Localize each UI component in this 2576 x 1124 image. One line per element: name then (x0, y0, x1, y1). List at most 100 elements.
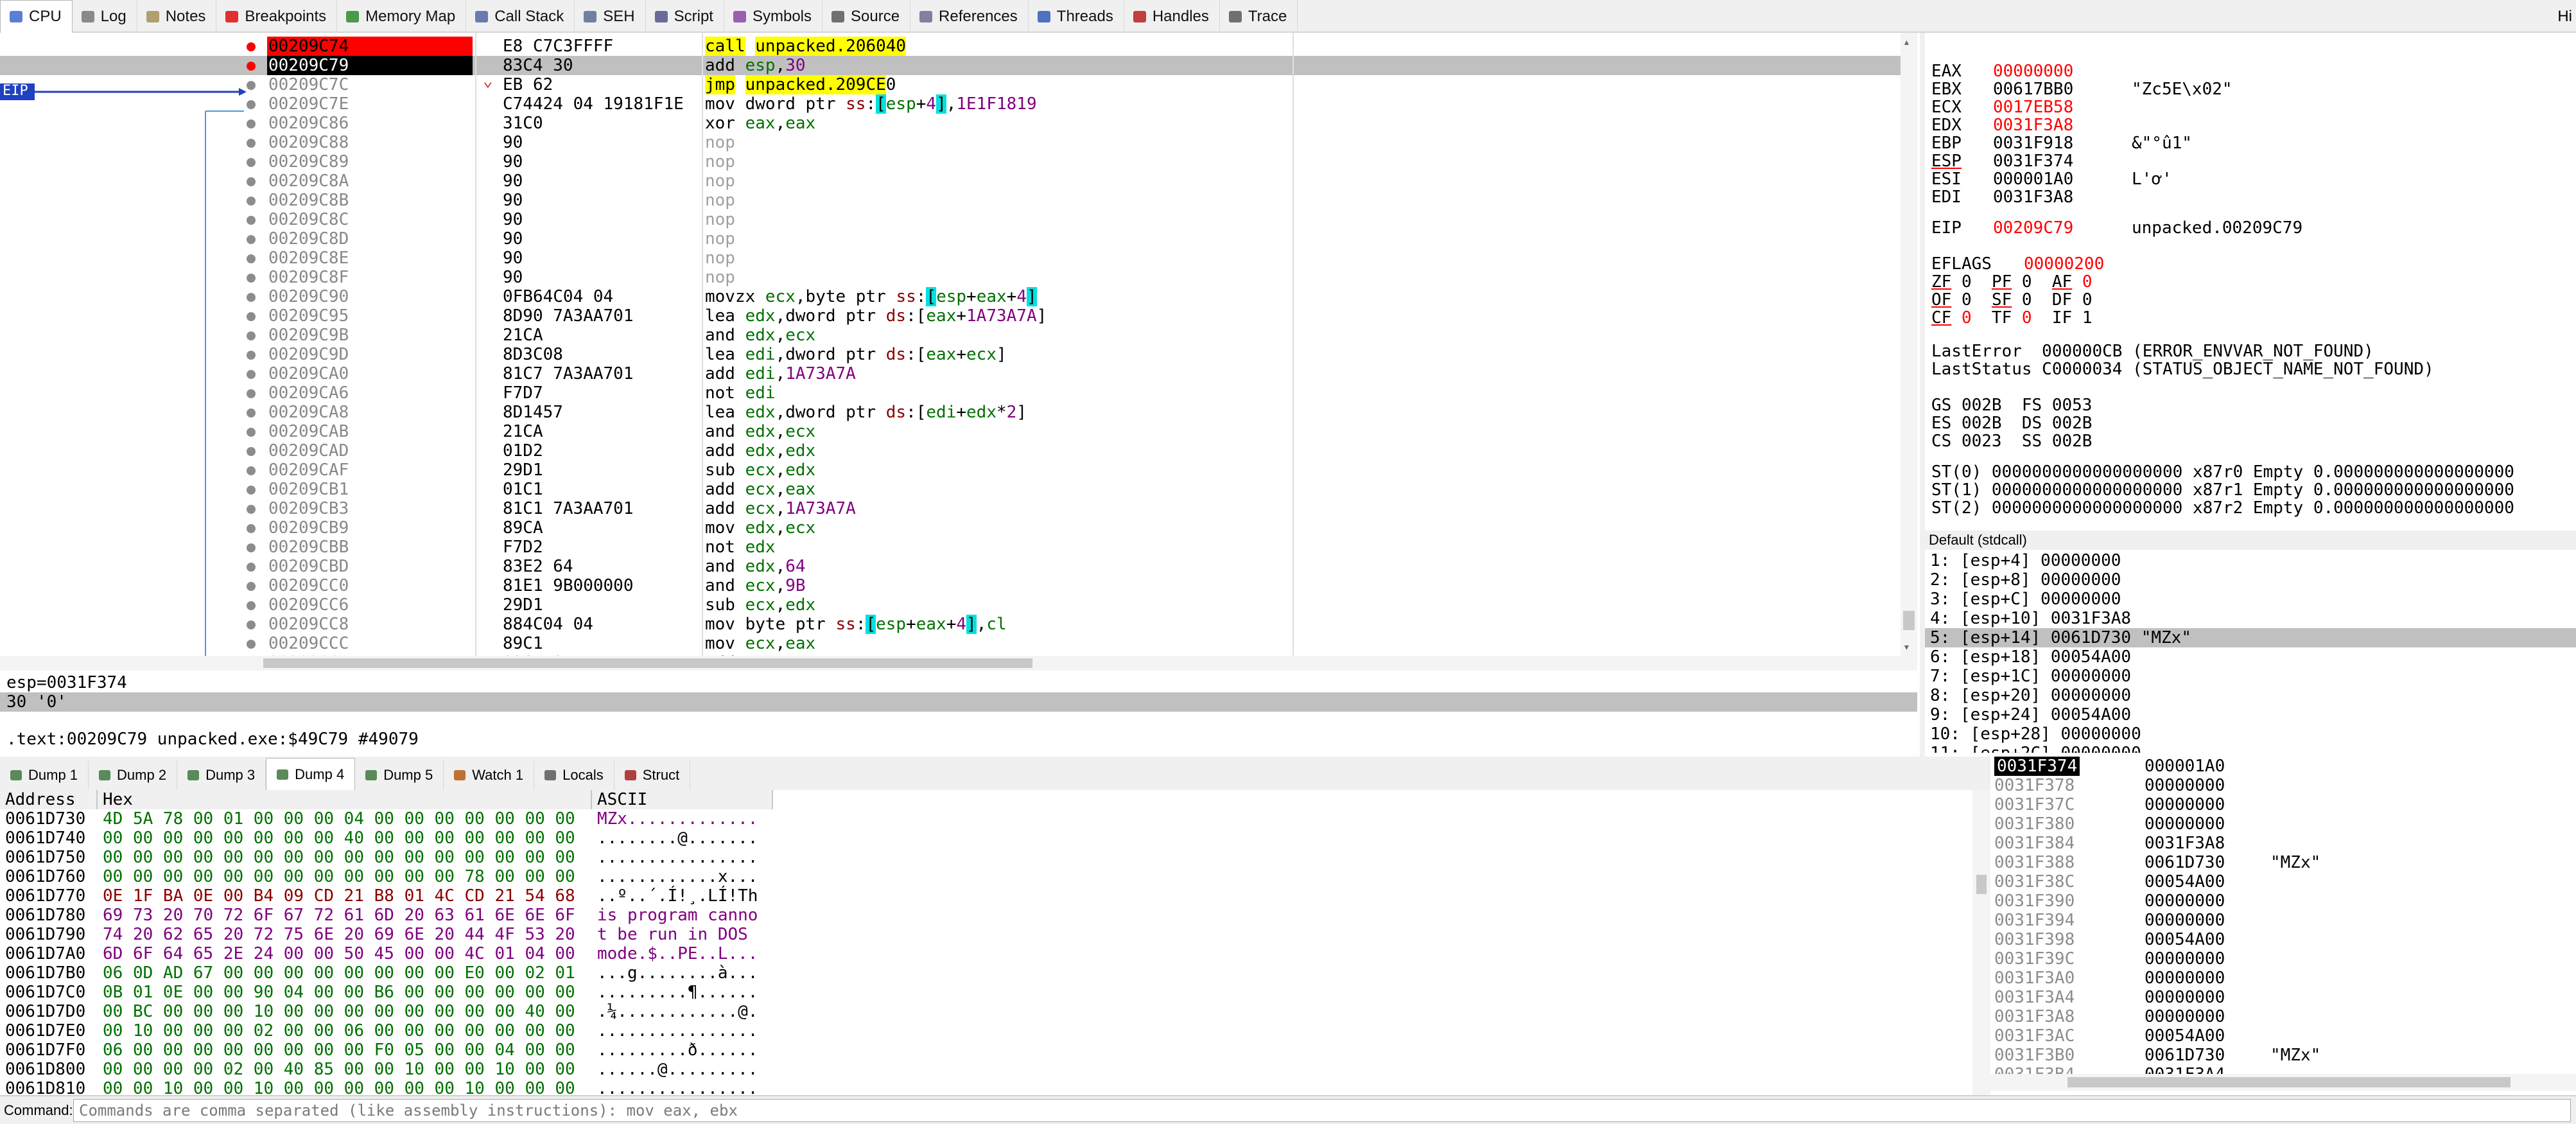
tab-breakpoints[interactable]: Breakpoints (216, 0, 338, 33)
dump-ascii[interactable]: ................ (597, 1021, 758, 1041)
disasm-row[interactable]: 00209CB1 01C1 add ecx,eax (0, 480, 1901, 499)
stack-row[interactable]: 0031F3A4 00000000 (1990, 988, 2576, 1007)
column-divider[interactable] (1292, 33, 1294, 656)
argument-row[interactable]: 8: [esp+20] 00000000 (1925, 686, 2576, 705)
register-ebp[interactable]: EBP 0031F918 &"°û1" (1931, 134, 2192, 152)
dump-ascii[interactable]: ............x... (597, 867, 758, 886)
register-value[interactable]: 000001A0 (1993, 170, 2132, 188)
dump-ascii[interactable]: ...g........à... (597, 963, 758, 983)
register-edi[interactable]: EDI 0031F3A8 (1931, 188, 2132, 206)
dump-ascii[interactable]: mode.$..PE..L... (597, 944, 758, 963)
dump-ascii[interactable]: ..º..´.Í!¸.LÍ!Th (597, 886, 758, 906)
dump-hex-bytes[interactable]: 06 0D AD 67 00 00 00 00 00 00 00 00 E0 0… (103, 963, 575, 983)
dump-hex-bytes[interactable]: 6D 6F 64 65 2E 24 00 00 50 45 00 00 4C 0… (103, 944, 575, 963)
tab-struct[interactable]: Struct (614, 760, 691, 790)
register-edx[interactable]: EDX 0031F3A8 (1931, 116, 2132, 134)
register-value[interactable]: 0031F374 (1993, 152, 2132, 170)
dump-hex-bytes[interactable]: 00 00 00 00 00 00 00 00 00 00 00 00 00 0… (103, 848, 575, 867)
disasm-row[interactable]: 00209CA6 F7D7 not edi (0, 383, 1901, 403)
breakpoint-slot-icon[interactable] (247, 119, 256, 128)
breakpoint-dot-icon[interactable] (247, 62, 256, 71)
disasm-row[interactable]: 00209C79 83C4 30 add esp,30 (0, 56, 1901, 75)
hex-dump-view[interactable]: Address Hex ASCII 0061D730 4D 5A 78 00 01… (0, 790, 1990, 1095)
flags-line[interactable]: ZF 0 PF 0 AF 0 (1931, 273, 2093, 291)
register-value[interactable]: 00000200 (2024, 254, 2104, 274)
stack-row[interactable]: 0031F38C 00054A00 (1990, 872, 2576, 891)
column-divider[interactable] (702, 33, 703, 656)
dump-header-hex[interactable]: Hex (98, 790, 592, 809)
stack-row[interactable]: 0031F390 00000000 (1990, 891, 2576, 911)
dump-header-address[interactable]: Address (0, 790, 98, 809)
dump-hex-bytes[interactable]: 00 00 00 00 00 00 00 00 40 00 00 00 00 0… (103, 829, 575, 848)
register-eax[interactable]: EAX 00000000 (1931, 62, 2132, 80)
breakpoint-slot-icon[interactable] (247, 254, 256, 263)
breakpoint-slot-icon[interactable] (247, 177, 256, 186)
stack-row[interactable]: 0031F398 00054A00 (1990, 930, 2576, 949)
disasm-row[interactable]: 00209C95 8D90 7A3AA701 lea edx,dword ptr d… (0, 306, 1901, 326)
dump-hex-bytes[interactable]: 00 00 00 00 00 00 00 00 00 00 00 00 78 0… (103, 867, 575, 886)
breakpoint-slot-icon[interactable] (247, 563, 256, 572)
calling-convention-selector[interactable]: Default (stdcall) (1925, 531, 2576, 550)
tab-threads[interactable]: Threads (1029, 0, 1124, 33)
register-ebx[interactable]: EBX 00617BB0 "Zc5E\x02" (1931, 80, 2232, 98)
stack-row[interactable]: 0031F394 00000000 (1990, 911, 2576, 930)
register-value[interactable]: 0031F918 (1993, 134, 2132, 152)
stack-row[interactable]: 0031F374 000001A0 (1990, 757, 2576, 776)
disasm-row[interactable]: 00209C86 31C0 xor eax,eax (0, 114, 1901, 133)
dump-ascii[interactable]: .¼............@. (597, 1002, 758, 1021)
breakpoint-slot-icon[interactable] (247, 235, 256, 244)
disasm-row[interactable]: 00209C8D 90 nop (0, 229, 1901, 249)
tab-references[interactable]: References (910, 0, 1029, 33)
dump-vertical-scrollbar[interactable] (1972, 790, 1990, 1095)
register-value[interactable]: 0031F3A8 (1993, 116, 2132, 134)
dump-ascii[interactable]: t be run in DOS (597, 925, 758, 944)
breakpoint-slot-icon[interactable] (247, 370, 256, 379)
register-value[interactable]: 00000000 (1993, 62, 2132, 80)
register-esi[interactable]: ESI 000001A0 L'ơ' (1931, 170, 2172, 188)
stack-row[interactable]: 0031F3B0 0061D730 "MZx" (1990, 1046, 2576, 1065)
stack-row[interactable]: 0031F3AC 00054A00 (1990, 1026, 2576, 1046)
tab-locals[interactable]: Locals (534, 760, 614, 790)
stack-row[interactable]: 0031F388 0061D730 "MZx" (1990, 853, 2576, 872)
command-input[interactable]: Commands are comma separated (like assem… (73, 1098, 2571, 1122)
breakpoint-slot-icon[interactable] (247, 582, 256, 591)
stack-row[interactable]: 0031F37C 00000000 (1990, 795, 2576, 814)
disasm-row[interactable]: 00209C7E C74424 04 19181F1E mov dword ptr … (0, 94, 1901, 114)
disasm-row[interactable]: 00209C90 0FB64C04 04 movzx ecx,byte ptr ss… (0, 287, 1901, 306)
breakpoint-slot-icon[interactable] (247, 216, 256, 225)
disasm-row[interactable]: 00209CAF 29D1 sub ecx,edx (0, 461, 1901, 480)
breakpoint-slot-icon[interactable] (247, 331, 256, 340)
register-value[interactable]: 0017EB58 (1993, 98, 2132, 116)
dump-hex-bytes[interactable]: 0B 01 0E 00 00 90 04 00 00 B6 00 00 00 0… (103, 983, 575, 1002)
argument-row[interactable]: 9: [esp+24] 00054A00 (1925, 705, 2576, 724)
argument-row[interactable]: 2: [esp+8] 00000000 (1925, 570, 2576, 590)
breakpoint-slot-icon[interactable] (247, 158, 256, 167)
tab-watch-1[interactable]: Watch 1 (444, 760, 535, 790)
column-divider[interactable] (475, 33, 476, 656)
disasm-row[interactable]: 00209C9B 21CA and edx,ecx (0, 326, 1901, 345)
breakpoint-slot-icon[interactable] (247, 197, 256, 206)
disasm-row[interactable]: 00209C89 90 nop (0, 152, 1901, 171)
disasm-row[interactable]: 00209CC8 884C04 04 mov byte ptr ss:[esp+ea… (0, 615, 1901, 634)
argument-row[interactable]: 1: [esp+4] 00000000 (1925, 551, 2576, 570)
breakpoint-slot-icon[interactable] (247, 81, 256, 90)
disasm-row[interactable]: 00209CAD 01D2 add edx,edx (0, 441, 1901, 461)
stack-view[interactable]: 0031F374 000001A0 0031F378 00000000 0031F37C… (1990, 757, 2576, 1095)
disasm-row[interactable]: 00209C8E 90 nop (0, 249, 1901, 268)
register-value[interactable]: 00209C79 (1993, 219, 2132, 237)
breakpoint-slot-icon[interactable] (247, 447, 256, 456)
dump-hex-bytes[interactable]: 74 20 62 65 20 72 75 6E 20 69 6E 20 44 4… (103, 925, 575, 944)
dump-hex-bytes[interactable]: 0E 1F BA 0E 00 B4 09 CD 21 B8 01 4C CD 2… (103, 886, 575, 906)
breakpoint-slot-icon[interactable] (247, 293, 256, 302)
scroll-up-icon[interactable]: ▴ (1903, 35, 1915, 49)
disasm-row[interactable]: 00209CB3 81C1 7A3AA701 add ecx,1A73A7A (0, 499, 1901, 518)
dump-hex-bytes[interactable]: 00 00 00 00 02 00 40 85 00 00 10 00 00 1… (103, 1060, 575, 1079)
dump-ascii[interactable]: ................ (597, 1079, 758, 1095)
stack-row[interactable]: 0031F378 00000000 (1990, 776, 2576, 795)
disasm-row[interactable]: 00209C8B 90 nop (0, 191, 1901, 210)
registers-panel[interactable]: EAX 00000000 EBX 00617BB0 "Zc5E\x02" ECX 0017E… (1925, 33, 2576, 531)
dump-ascii[interactable]: .........¶...... (597, 983, 758, 1002)
breakpoint-slot-icon[interactable] (247, 601, 256, 610)
breakpoint-slot-icon[interactable] (247, 274, 256, 283)
disasm-row[interactable]: 00209CB9 89CA mov edx,ecx (0, 518, 1901, 538)
